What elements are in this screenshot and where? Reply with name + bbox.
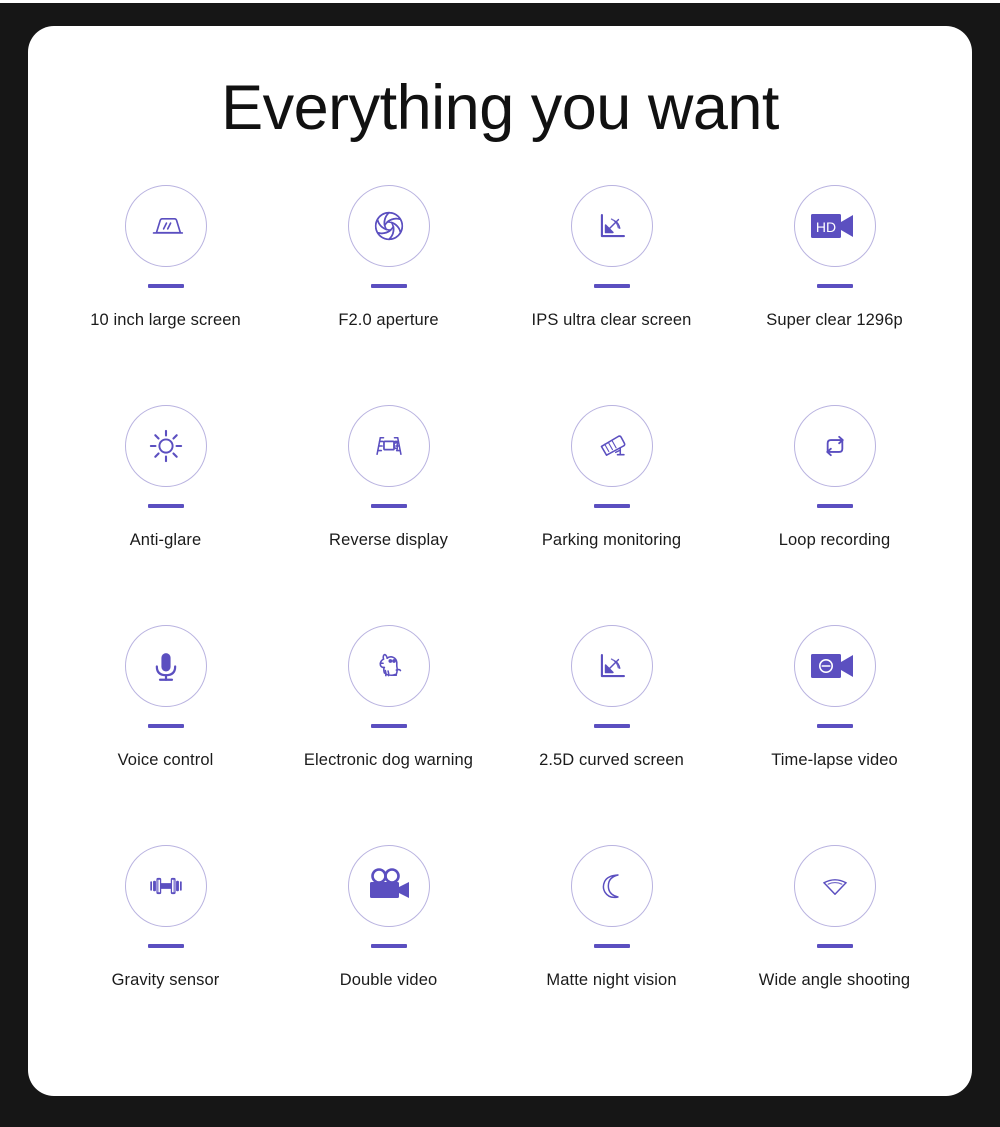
feature-divider bbox=[370, 944, 407, 949]
feature-item[interactable]: Loop recording bbox=[723, 405, 946, 625]
feature-item[interactable]: Reverse display bbox=[277, 405, 500, 625]
feature-label: IPS ultra clear screen bbox=[531, 311, 692, 330]
feature-item[interactable]: Anti-glare bbox=[54, 405, 277, 625]
feature-card: Everything you want 10 inch large screen… bbox=[28, 26, 972, 1096]
feature-label: Parking monitoring bbox=[541, 531, 682, 550]
feature-divider bbox=[816, 504, 853, 509]
cctv-camera-icon bbox=[570, 405, 653, 488]
feature-divider bbox=[593, 504, 630, 509]
feature-divider bbox=[593, 944, 630, 949]
feature-label: Reverse display bbox=[329, 531, 448, 550]
large-screen-icon bbox=[124, 185, 207, 268]
feature-divider bbox=[370, 724, 407, 729]
feature-label: Wide angle shooting bbox=[758, 971, 911, 990]
feature-item[interactable]: IPS ultra clear screen bbox=[500, 185, 723, 405]
feature-divider bbox=[593, 724, 630, 729]
feature-label: 10 inch large screen bbox=[90, 311, 241, 330]
viewing-angle-icon bbox=[570, 185, 653, 268]
feature-divider bbox=[593, 284, 630, 289]
dog-icon bbox=[347, 625, 430, 708]
feature-divider bbox=[816, 724, 853, 729]
timelapse-camera-icon bbox=[793, 625, 876, 708]
feature-item[interactable]: F2.0 aperture bbox=[277, 185, 500, 405]
feature-label: Anti-glare bbox=[129, 531, 202, 550]
svg-text:HD: HD bbox=[815, 219, 835, 235]
feature-divider bbox=[816, 284, 853, 289]
feature-label: 2.5D curved screen bbox=[539, 751, 684, 770]
feature-divider bbox=[816, 944, 853, 949]
feature-label: Matte night vision bbox=[546, 971, 677, 990]
feature-divider bbox=[147, 944, 184, 949]
loop-arrows-icon bbox=[793, 405, 876, 488]
feature-item[interactable]: Voice control bbox=[54, 625, 277, 845]
feature-item[interactable]: 10 inch large screen bbox=[54, 185, 277, 405]
feature-label: Electronic dog warning bbox=[303, 751, 474, 770]
feature-label: Loop recording bbox=[778, 531, 891, 550]
feature-item[interactable]: HD Super clear 1296p bbox=[723, 185, 946, 405]
top-white-strip bbox=[0, 0, 1000, 3]
aperture-icon bbox=[347, 185, 430, 268]
crescent-moon-icon bbox=[570, 845, 653, 928]
wide-angle-icon bbox=[793, 845, 876, 928]
feature-label: F2.0 aperture bbox=[338, 311, 439, 330]
page-title: Everything you want bbox=[221, 73, 779, 143]
viewing-angle-icon bbox=[570, 625, 653, 708]
feature-item[interactable]: Double video bbox=[277, 845, 500, 1065]
feature-label: Voice control bbox=[117, 751, 214, 770]
feature-label: Super clear 1296p bbox=[766, 311, 903, 330]
features-grid: 10 inch large screen F2.0 aperture IPS ult… bbox=[28, 143, 972, 1065]
feature-label: Gravity sensor bbox=[111, 971, 220, 990]
feature-item[interactable]: Wide angle shooting bbox=[723, 845, 946, 1065]
feature-item[interactable]: Parking monitoring bbox=[500, 405, 723, 625]
feature-label: Time-lapse video bbox=[771, 751, 898, 770]
feature-item[interactable]: 2.5D curved screen bbox=[500, 625, 723, 845]
feature-divider bbox=[147, 724, 184, 729]
movie-camera-icon bbox=[347, 845, 430, 928]
feature-divider bbox=[370, 284, 407, 289]
feature-item[interactable]: Electronic dog warning bbox=[277, 625, 500, 845]
dumbbell-icon bbox=[124, 845, 207, 928]
hd-camera-icon: HD bbox=[793, 185, 876, 268]
reverse-camera-icon bbox=[347, 405, 430, 488]
feature-item[interactable]: Time-lapse video bbox=[723, 625, 946, 845]
feature-item[interactable]: Matte night vision bbox=[500, 845, 723, 1065]
feature-divider bbox=[370, 504, 407, 509]
sun-brightness-icon bbox=[124, 405, 207, 488]
feature-item[interactable]: Gravity sensor bbox=[54, 845, 277, 1065]
feature-divider bbox=[147, 504, 184, 509]
feature-label: Double video bbox=[339, 971, 438, 990]
feature-divider bbox=[147, 284, 184, 289]
microphone-icon bbox=[124, 625, 207, 708]
